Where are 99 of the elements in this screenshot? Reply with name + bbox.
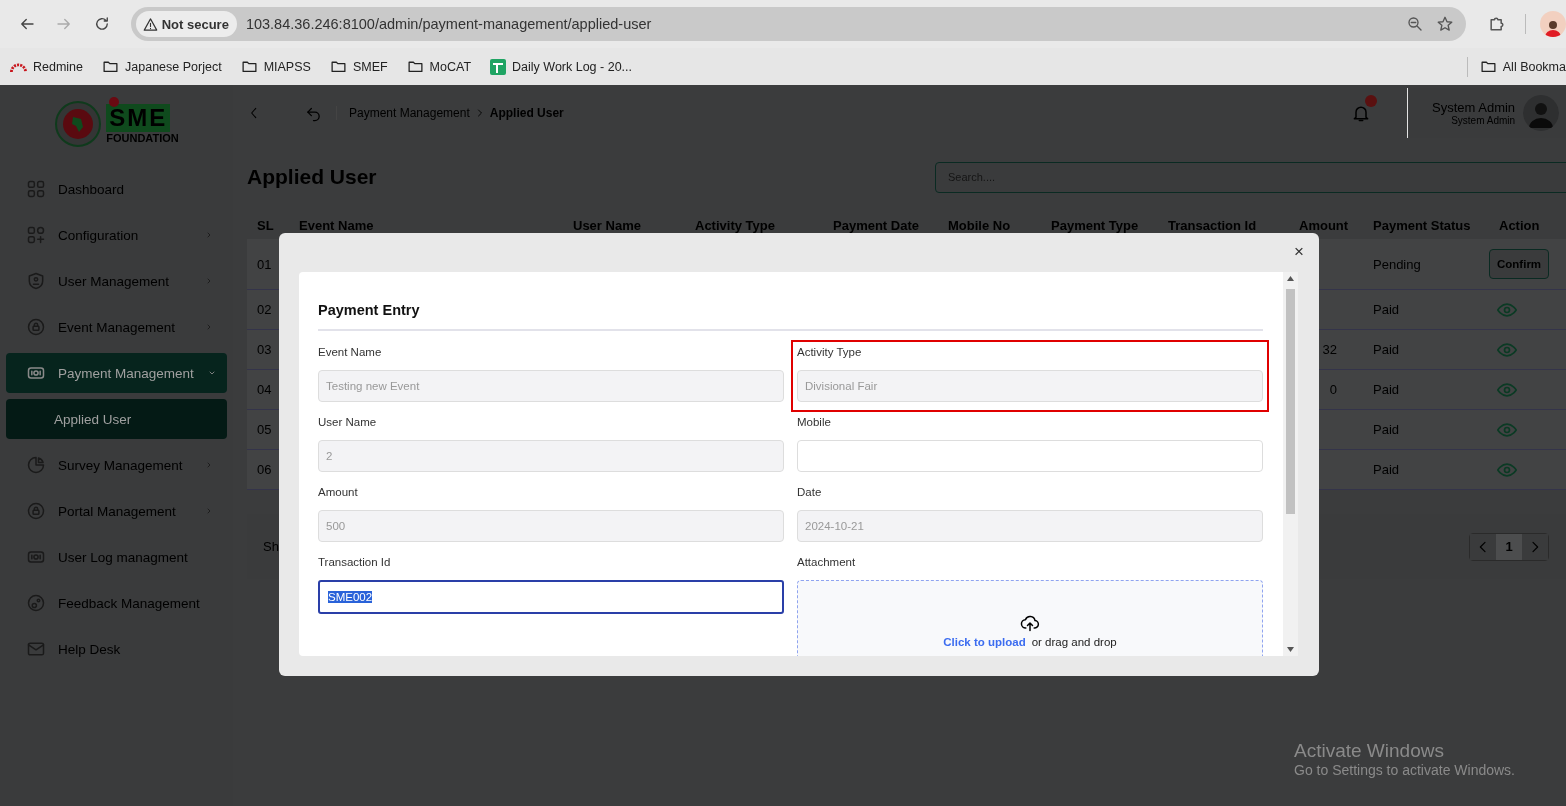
- zoom-out-icon: [1405, 15, 1424, 33]
- url-text: 103.84.36.246:8100/admin/payment-management/applied-user: [245, 16, 653, 32]
- arc-icon: [10, 60, 27, 73]
- bookmark[interactable]: Japanese Porject: [102, 58, 222, 75]
- confirm-button[interactable]: Confirm: [1489, 249, 1550, 279]
- field-label: Transaction Id: [318, 556, 392, 570]
- upload-hint: Click to upload or drag and drop: [943, 636, 1117, 648]
- sidebar-item[interactable]: Portal Management: [6, 491, 227, 531]
- scrollbar-thumb[interactable]: [1286, 289, 1295, 514]
- footer-text: Sh: [263, 539, 280, 554]
- shapes-icon: [26, 225, 46, 245]
- security-chip[interactable]: Not secure: [135, 11, 237, 37]
- eye-icon[interactable]: [1497, 341, 1517, 358]
- field-label: Mobile: [797, 416, 832, 430]
- table-cell-text: 06: [256, 462, 273, 477]
- bookmark[interactable]: MIAPSS: [240, 58, 311, 75]
- input-field[interactable]: [797, 440, 1263, 472]
- star-icon: [1435, 15, 1454, 33]
- lock-icon: [26, 317, 46, 337]
- upload-area[interactable]: Click to upload or drag and drop: [797, 580, 1263, 656]
- dot-icon: [109, 97, 120, 107]
- cloud-upload-icon: [1020, 613, 1040, 633]
- submenu-item[interactable]: Applied User: [6, 399, 227, 439]
- column-header: Event Name: [298, 216, 375, 235]
- table-cell-text: Paid: [1372, 302, 1401, 317]
- table-cell-text: 32: [1321, 342, 1338, 357]
- column-header: Mobile No: [947, 216, 1012, 235]
- scroll-up-icon[interactable]: [1287, 276, 1294, 281]
- sidebar-item[interactable]: Survey Management: [6, 445, 227, 485]
- column-header: SL: [256, 216, 275, 235]
- sidebar-item[interactable]: Dashboard: [6, 169, 227, 209]
- mail-icon: [26, 639, 46, 659]
- table-cell-text: 04: [256, 382, 273, 397]
- profile-avatar[interactable]: [1540, 11, 1566, 37]
- shield-icon: [26, 271, 46, 291]
- activation-notice-text: Go to Settings to activate Windows.: [1294, 762, 1515, 778]
- column-header: Payment Status: [1372, 216, 1472, 235]
- input-field[interactable]: SME002: [318, 580, 784, 614]
- table-cell-text: 0: [1328, 382, 1338, 397]
- sidebar-item[interactable]: Payment Management: [6, 353, 227, 393]
- activation-notice-title: Activate Windows: [1294, 740, 1445, 762]
- field-label: Event Name: [318, 346, 383, 360]
- scroll-down-icon[interactable]: [1287, 647, 1294, 652]
- modal-title: Payment Entry: [318, 302, 1263, 331]
- column-header: User Name: [572, 216, 642, 235]
- table-cell-text: 01: [256, 256, 273, 272]
- table-cell-text: Pending: [1372, 256, 1422, 272]
- all-bookmarks[interactable]: All Bookma: [1479, 58, 1566, 75]
- spreadsheet-icon: [490, 58, 507, 75]
- logo-caption: FOUNDATION: [106, 132, 179, 144]
- column-header: Payment Type: [1050, 216, 1140, 235]
- page-button[interactable]: 1: [1496, 533, 1522, 560]
- table-cell-text: 02: [256, 302, 273, 317]
- table-cell-text: Paid: [1372, 462, 1401, 477]
- eye-icon[interactable]: [1497, 461, 1517, 478]
- table-cell-text: 05: [256, 422, 273, 437]
- lock-icon: [26, 501, 46, 521]
- bookmark[interactable]: Redmine: [10, 59, 84, 74]
- page-title: Applied User: [247, 165, 378, 189]
- sidebar-item[interactable]: Event Management: [6, 307, 227, 347]
- field-label: User Name: [318, 416, 378, 430]
- user-avatar[interactable]: [1523, 95, 1560, 131]
- sidebar-item[interactable]: Help Desk: [6, 629, 227, 669]
- emblem-icon: [54, 100, 103, 148]
- field-label: Amount: [318, 486, 359, 500]
- close-button[interactable]: ×: [1291, 243, 1307, 261]
- bookmark[interactable]: MoCAT: [406, 58, 472, 75]
- breadcrumb-item: Applied User: [489, 106, 564, 120]
- sidebar-item[interactable]: User Management: [6, 261, 227, 301]
- eye-icon[interactable]: [1497, 381, 1517, 398]
- logo-mark: SME: [106, 104, 171, 132]
- user-role: System Admin: [1451, 115, 1516, 126]
- column-header: Transaction Id: [1167, 216, 1258, 235]
- sidebar-item[interactable]: Feedback Management: [6, 583, 227, 623]
- user-name: System Admin: [1432, 100, 1516, 115]
- sidebar-item[interactable]: Configuration: [6, 215, 227, 255]
- column-header: Action: [1498, 216, 1541, 235]
- notification-badge: [1365, 95, 1377, 107]
- column-header: Amount: [1298, 216, 1350, 235]
- address-bar[interactable]: Not secure 103.84.36.246:8100/admin/payment-management/applied-user: [130, 7, 1466, 41]
- pie-chart-icon: [26, 455, 46, 475]
- table-cell-text: Paid: [1372, 422, 1401, 437]
- eye-icon[interactable]: [1497, 421, 1517, 438]
- bookmark[interactable]: SMEF: [329, 58, 388, 75]
- column-header: Payment Date: [832, 216, 920, 235]
- bookmark[interactable]: Daily Work Log - 20...: [490, 58, 632, 75]
- warning-icon: [142, 16, 158, 32]
- eye-icon[interactable]: [1497, 301, 1517, 318]
- sidebar-item[interactable]: User Log managment: [6, 537, 227, 577]
- table-cell-text: Paid: [1372, 342, 1401, 357]
- grid-icon: [26, 179, 46, 199]
- field-label: Date: [797, 486, 823, 500]
- table-cell-text: Paid: [1372, 382, 1401, 397]
- column-header: Activity Type: [694, 216, 776, 235]
- field-label: Activity Type: [797, 346, 863, 360]
- breadcrumb-item[interactable]: Payment Management: [349, 106, 470, 120]
- feedback-icon: [26, 593, 46, 613]
- table-cell-text: 03: [256, 342, 273, 357]
- field-label: Attachment: [797, 556, 857, 570]
